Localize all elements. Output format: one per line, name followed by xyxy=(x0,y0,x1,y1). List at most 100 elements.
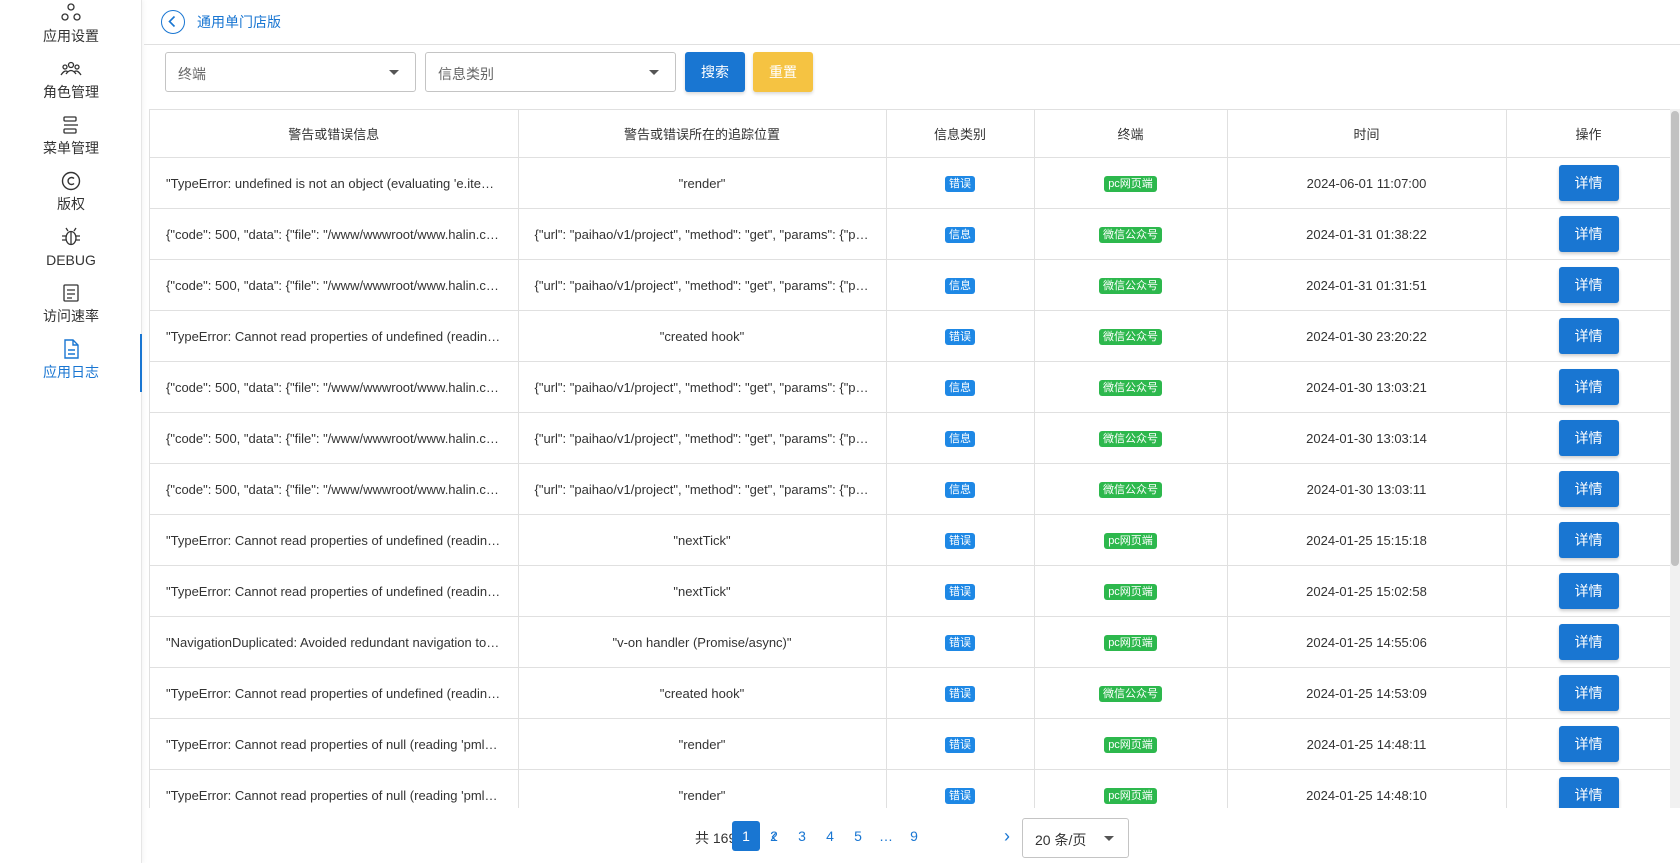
cell-trace: "render" xyxy=(518,718,887,770)
sidebar-item-label: 版权 xyxy=(57,196,85,212)
cell-message: "TypeError: Cannot read properties of un… xyxy=(150,667,519,719)
page-size-value: 20 条/页 xyxy=(1035,832,1087,848)
reset-button[interactable]: 重置 xyxy=(753,52,813,92)
cell-trace: "created hook" xyxy=(518,310,887,362)
page-button[interactable]: 3 xyxy=(788,821,816,851)
sidebar-item-access-rate[interactable]: 访问速率 xyxy=(0,282,142,338)
caret-down-icon xyxy=(1104,836,1114,841)
cell-terminal: 微信公众号 xyxy=(1034,412,1228,464)
detail-button[interactable]: 详情 xyxy=(1558,624,1619,660)
back-button[interactable] xyxy=(161,10,185,34)
cell-terminal: 微信公众号 xyxy=(1034,667,1228,719)
sidebar-item-debug[interactable]: DEBUG xyxy=(0,226,142,282)
cell-message: {"code": 500, "data": {"file": "/www/www… xyxy=(150,361,519,413)
cell-type: 信息 xyxy=(886,412,1035,464)
table-row: "TypeError: Cannot read properties of un… xyxy=(150,514,1672,566)
page-button[interactable]: 1 xyxy=(732,821,760,851)
terminal-badge: 微信公众号 xyxy=(1099,379,1162,396)
sidebar-item-menus[interactable]: 菜单管理 xyxy=(0,114,142,170)
terminal-badge: 微信公众号 xyxy=(1099,277,1162,294)
column-header-message[interactable]: 警告或错误信息 xyxy=(150,109,519,158)
cell-terminal: pc网页端 xyxy=(1034,769,1228,808)
terminal-select-placeholder: 终端 xyxy=(178,66,206,82)
detail-button[interactable]: 详情 xyxy=(1558,675,1619,711)
detail-button[interactable]: 详情 xyxy=(1558,267,1619,303)
table-row: "TypeError: Cannot read properties of un… xyxy=(150,667,1672,719)
detail-button[interactable]: 详情 xyxy=(1558,522,1619,558)
cell-message: "TypeError: Cannot read properties of un… xyxy=(150,514,519,566)
page-button[interactable]: 2 xyxy=(760,821,788,851)
search-button[interactable]: 搜索 xyxy=(685,52,745,92)
copyright-icon xyxy=(61,171,81,191)
cell-trace: {"url": "paihao/v1/project", "method": "… xyxy=(518,412,887,464)
type-badge: 错误 xyxy=(945,685,975,702)
column-header-terminal[interactable]: 终端 xyxy=(1034,109,1228,158)
table-row: {"code": 500, "data": {"file": "/www/www… xyxy=(150,259,1672,311)
page-button[interactable]: 5 xyxy=(844,821,872,851)
sidebar-item-copyright[interactable]: 版权 xyxy=(0,170,142,226)
column-header-trace[interactable]: 警告或错误所在的追踪位置 xyxy=(518,109,887,158)
table-row: "TypeError: Cannot read properties of un… xyxy=(150,565,1672,617)
cell-type: 错误 xyxy=(886,565,1035,617)
type-badge: 错误 xyxy=(945,583,975,600)
sidebar-item-label: DEBUG xyxy=(46,252,96,268)
next-page-button[interactable]: › xyxy=(997,821,1017,851)
terminal-select[interactable]: 终端 xyxy=(165,52,416,92)
detail-button[interactable]: 详情 xyxy=(1558,777,1619,808)
detail-button[interactable]: 详情 xyxy=(1558,471,1619,507)
column-header-type[interactable]: 信息类别 xyxy=(886,109,1035,158)
cell-action: 详情 xyxy=(1506,259,1672,311)
type-badge: 错误 xyxy=(945,787,975,804)
detail-button[interactable]: 详情 xyxy=(1558,318,1619,354)
log-icon xyxy=(64,339,79,359)
sidebar-item-label: 应用设置 xyxy=(43,28,99,44)
type-badge: 错误 xyxy=(945,532,975,549)
type-badge: 信息 xyxy=(945,430,975,447)
cell-action: 详情 xyxy=(1506,463,1672,515)
cell-trace: {"url": "paihao/v1/project", "method": "… xyxy=(518,208,887,260)
terminal-badge: pc网页端 xyxy=(1104,634,1157,651)
scrollbar-thumb[interactable] xyxy=(1671,111,1679,566)
detail-button[interactable]: 详情 xyxy=(1558,216,1619,252)
cell-action: 详情 xyxy=(1506,769,1672,808)
detail-button[interactable]: 详情 xyxy=(1558,573,1619,609)
table-row: {"code": 500, "data": {"file": "/www/www… xyxy=(150,412,1672,464)
cell-type: 错误 xyxy=(886,667,1035,719)
cell-time: 2024-01-25 14:48:10 xyxy=(1227,769,1507,808)
page-size-select[interactable]: 20 条/页 xyxy=(1022,818,1129,858)
cell-time: 2024-01-25 14:53:09 xyxy=(1227,667,1507,719)
cell-type: 错误 xyxy=(886,769,1035,808)
detail-button[interactable]: 详情 xyxy=(1558,726,1619,762)
breadcrumb[interactable]: 通用单门店版 xyxy=(197,12,281,32)
cell-terminal: pc网页端 xyxy=(1034,718,1228,770)
chevron-left-icon xyxy=(168,15,176,28)
sidebar-item-roles[interactable]: 角色管理 xyxy=(0,58,142,114)
menu-icon xyxy=(63,116,78,134)
sidebar-item-app-settings[interactable]: 应用设置 xyxy=(0,2,142,58)
bug-icon xyxy=(62,227,80,246)
sidebar-item-label: 应用日志 xyxy=(43,364,99,380)
page-button[interactable]: 9 xyxy=(900,821,928,851)
detail-button[interactable]: 详情 xyxy=(1558,420,1619,456)
terminal-badge: pc网页端 xyxy=(1104,175,1157,192)
sidebar-item-app-log[interactable]: 应用日志 xyxy=(0,334,142,394)
detail-button[interactable]: 详情 xyxy=(1558,165,1619,201)
page-button[interactable]: 4 xyxy=(816,821,844,851)
cell-type: 错误 xyxy=(886,514,1035,566)
cell-terminal: pc网页端 xyxy=(1034,616,1228,668)
sidebar-item-label: 角色管理 xyxy=(43,84,99,100)
cell-type: 错误 xyxy=(886,616,1035,668)
category-select[interactable]: 信息类别 xyxy=(425,52,676,92)
app-root: 应用设置 角色管理 菜单管理 版权 DEBUG 访问速率 应用日志 通用单门店版… xyxy=(0,0,1680,863)
cell-type: 错误 xyxy=(886,157,1035,209)
table-scrollbar[interactable] xyxy=(1670,109,1680,808)
type-badge: 信息 xyxy=(945,277,975,294)
cell-time: 2024-01-30 13:03:11 xyxy=(1227,463,1507,515)
type-badge: 错误 xyxy=(945,634,975,651)
terminal-badge: pc网页端 xyxy=(1104,583,1157,600)
cell-terminal: pc网页端 xyxy=(1034,157,1228,209)
column-header-time[interactable]: 时间 xyxy=(1227,109,1507,158)
detail-button[interactable]: 详情 xyxy=(1558,369,1619,405)
table-header-row: 警告或错误信息 警告或错误所在的追踪位置 信息类别 终端 时间 操作 xyxy=(150,109,1672,158)
cell-time: 2024-01-31 01:31:51 xyxy=(1227,259,1507,311)
